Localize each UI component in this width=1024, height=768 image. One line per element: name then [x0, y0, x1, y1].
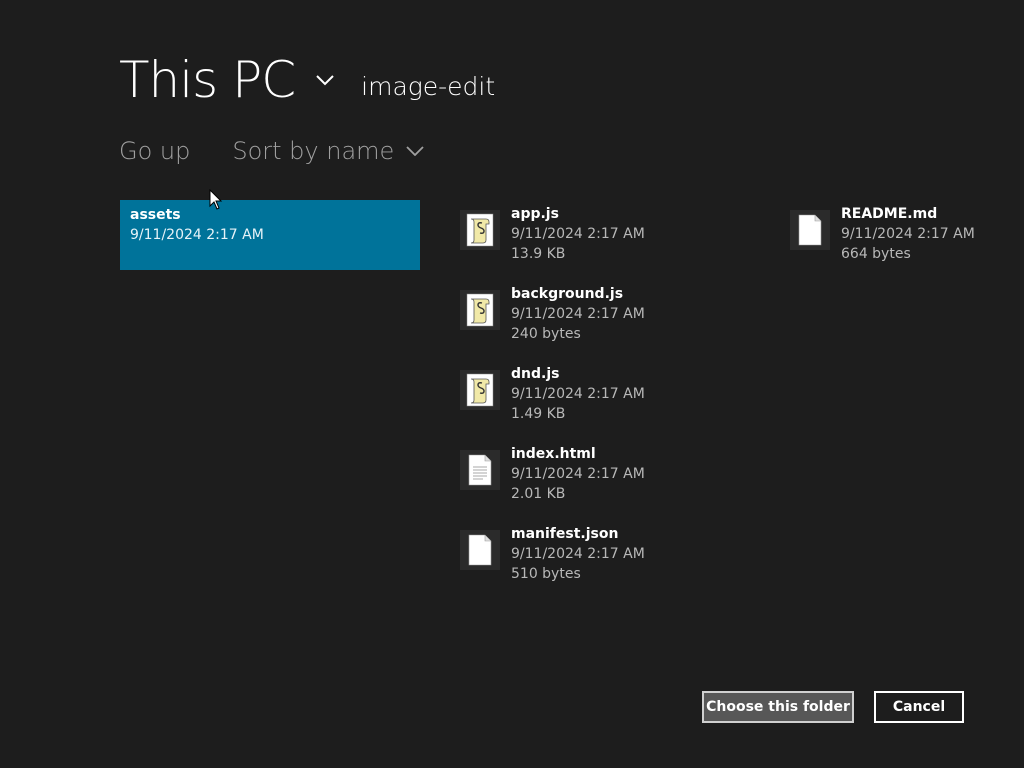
script-file-icon	[460, 370, 500, 410]
current-folder-name: image-edit	[361, 71, 496, 101]
file-item-dnd-js[interactable]: dnd.js 9/11/2024 2:17 AM 1.49 KB	[460, 360, 710, 430]
location-title[interactable]: This PC	[119, 50, 296, 110]
chevron-down-icon[interactable]	[315, 70, 335, 90]
file-date: 9/11/2024 2:17 AM	[511, 386, 645, 402]
blank-document-icon	[460, 530, 500, 570]
command-bar: Go up Sort by name	[119, 132, 424, 170]
script-file-icon	[460, 290, 500, 330]
script-file-icon	[460, 210, 500, 250]
file-date: 9/11/2024 2:17 AM	[511, 306, 645, 322]
folder-name: assets	[130, 207, 181, 223]
file-name: app.js	[511, 206, 559, 222]
file-size: 240 bytes	[511, 326, 581, 342]
sort-label: Sort by name	[232, 137, 395, 165]
blank-document-icon	[790, 210, 830, 250]
file-item-readme-md[interactable]: README.md 9/11/2024 2:17 AM 664 bytes	[790, 200, 1010, 270]
file-item-app-js[interactable]: app.js 9/11/2024 2:17 AM 13.9 KB	[460, 200, 710, 270]
cancel-button[interactable]: Cancel	[874, 691, 964, 723]
file-name: README.md	[841, 206, 938, 222]
file-size: 510 bytes	[511, 566, 581, 582]
location-header: This PC image-edit	[119, 50, 495, 110]
file-date: 9/11/2024 2:17 AM	[511, 466, 645, 482]
text-document-icon	[460, 450, 500, 490]
file-name: background.js	[511, 286, 624, 302]
file-date: 9/11/2024 2:17 AM	[511, 546, 645, 562]
choose-this-folder-button[interactable]: Choose this folder	[702, 691, 854, 723]
folder-date: 9/11/2024 2:17 AM	[130, 227, 264, 243]
file-date: 9/11/2024 2:17 AM	[841, 226, 975, 242]
file-name: dnd.js	[511, 366, 560, 382]
chevron-down-icon	[406, 142, 424, 160]
file-item-index-html[interactable]: index.html 9/11/2024 2:17 AM 2.01 KB	[460, 440, 710, 510]
folder-item-assets[interactable]: assets 9/11/2024 2:17 AM	[120, 200, 420, 270]
file-size: 13.9 KB	[511, 246, 566, 262]
sort-dropdown[interactable]: Sort by name	[232, 137, 424, 165]
file-size: 1.49 KB	[511, 406, 566, 422]
file-item-background-js[interactable]: background.js 9/11/2024 2:17 AM 240 byte…	[460, 280, 710, 350]
file-name: index.html	[511, 446, 596, 462]
go-up-button[interactable]: Go up	[119, 137, 190, 165]
file-item-manifest-json[interactable]: manifest.json 9/11/2024 2:17 AM 510 byte…	[460, 520, 710, 590]
file-date: 9/11/2024 2:17 AM	[511, 226, 645, 242]
file-name: manifest.json	[511, 526, 619, 542]
file-size: 664 bytes	[841, 246, 911, 262]
file-size: 2.01 KB	[511, 486, 566, 502]
